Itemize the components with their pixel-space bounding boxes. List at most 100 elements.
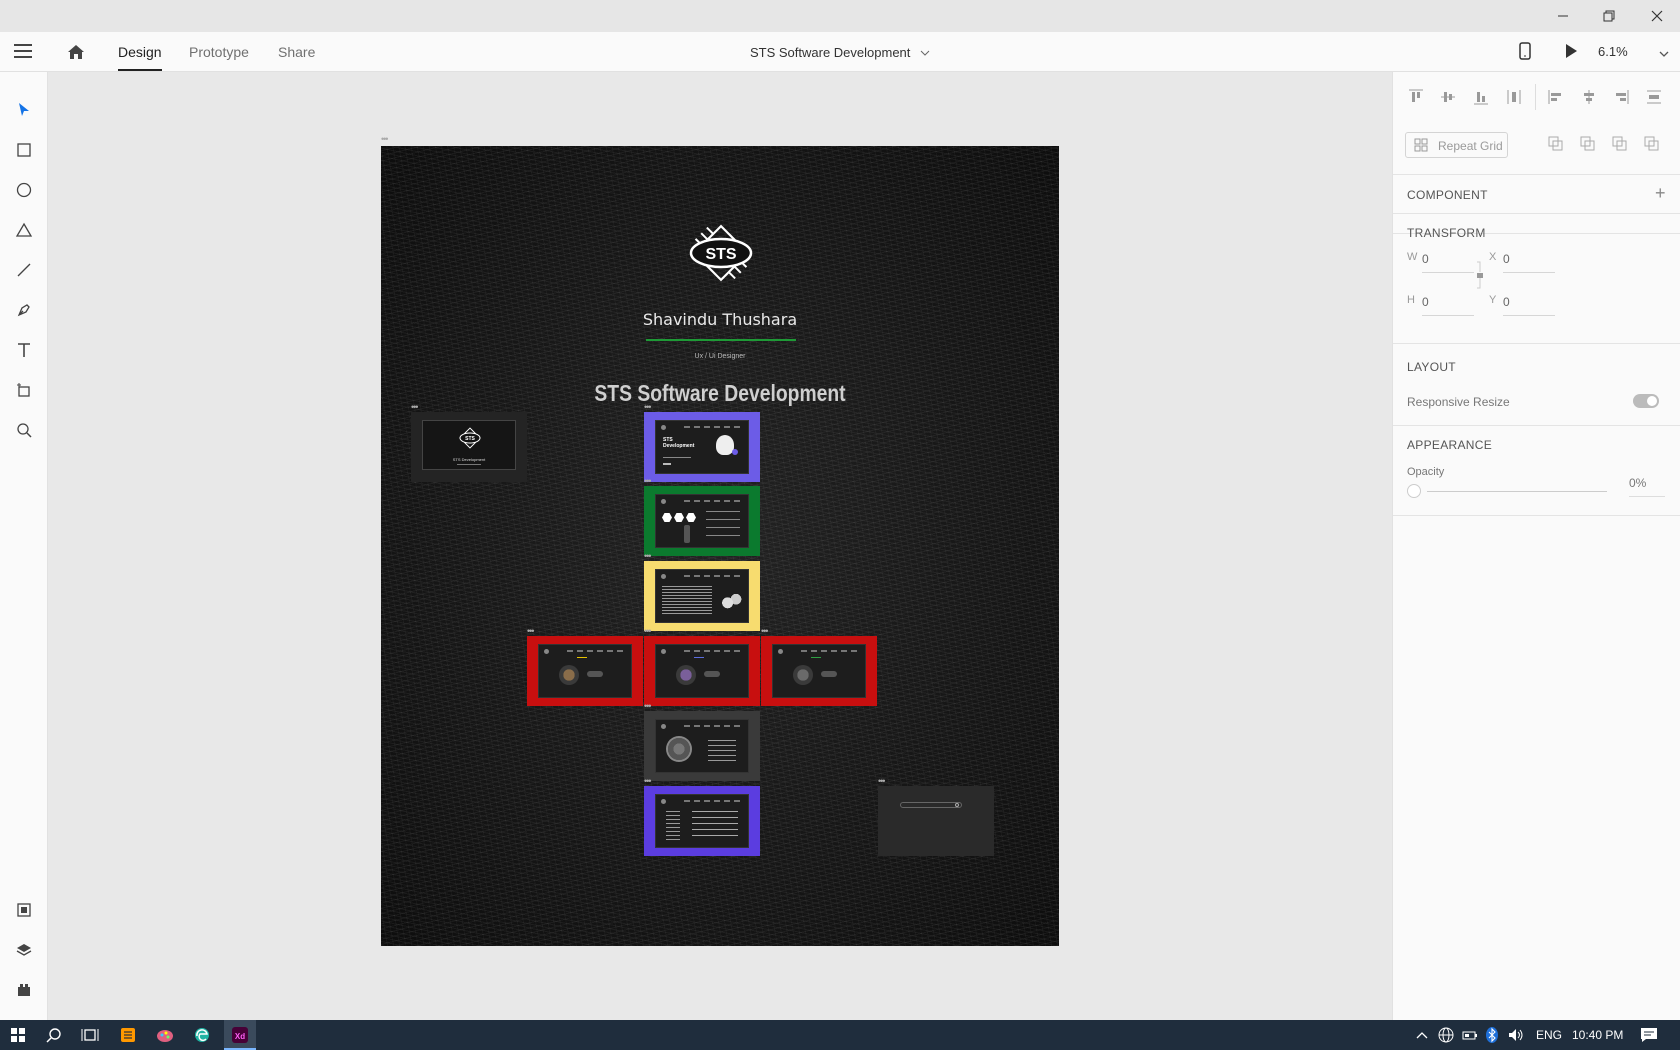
rectangle-icon[interactable] xyxy=(12,138,36,162)
align-top-icon[interactable] xyxy=(1407,88,1425,106)
window-title-bar xyxy=(0,0,1680,32)
frame-contact[interactable] xyxy=(644,786,760,856)
zoom-level[interactable]: 6.1% xyxy=(1598,44,1628,59)
y-field[interactable]: 0 xyxy=(1503,295,1555,316)
frame-pill xyxy=(821,671,837,677)
pen-icon[interactable] xyxy=(12,298,36,322)
repeat-grid-icon xyxy=(1414,138,1428,152)
distribute-horizontal-icon[interactable] xyxy=(1645,88,1663,106)
frame-project-3[interactable] xyxy=(761,636,877,706)
battery-icon[interactable] xyxy=(1462,1028,1478,1042)
frame-services[interactable] xyxy=(644,486,760,556)
language-indicator[interactable]: ENG xyxy=(1536,1028,1562,1042)
y-label: Y xyxy=(1489,294,1497,306)
assets-icon[interactable] xyxy=(12,898,36,922)
frame-button xyxy=(663,463,671,465)
author-role: Ux / Ui Designer xyxy=(694,353,746,360)
tab-prototype[interactable]: Prototype xyxy=(189,44,249,60)
height-field[interactable]: 0 xyxy=(1422,295,1474,316)
frame-project-1[interactable] xyxy=(527,636,643,706)
frame-paragraph xyxy=(662,586,712,614)
frame-inner xyxy=(772,644,866,698)
restore-button[interactable] xyxy=(1586,0,1632,32)
align-left-icon[interactable] xyxy=(1547,88,1565,106)
boolean-exclude-icon[interactable] xyxy=(1644,136,1660,152)
width-field[interactable]: 0 xyxy=(1422,252,1474,273)
frame-search-bar xyxy=(900,802,962,808)
select-icon[interactable] xyxy=(12,98,36,122)
tab-share[interactable]: Share xyxy=(278,44,315,60)
distribute-vertical-icon[interactable] xyxy=(1505,88,1523,106)
close-button[interactable] xyxy=(1634,0,1680,32)
frame-about[interactable] xyxy=(644,561,760,631)
opacity-slider-handle[interactable] xyxy=(1407,484,1421,498)
frame-home[interactable]: STS Development xyxy=(644,412,760,482)
tab-design[interactable]: Design xyxy=(118,44,162,71)
lock-aspect-icon[interactable] xyxy=(1475,260,1485,290)
play-icon[interactable] xyxy=(1564,43,1578,62)
align-right-icon[interactable] xyxy=(1612,88,1630,106)
component-title: COMPONENT xyxy=(1407,188,1488,202)
left-toolbar xyxy=(0,72,48,1020)
notifications-icon[interactable] xyxy=(1640,1027,1658,1043)
artboard-label-marker[interactable]: ••• xyxy=(381,135,389,144)
frame-marker: ••• xyxy=(644,776,652,786)
chevron-down-icon[interactable] xyxy=(920,49,930,57)
x-field[interactable]: 0 xyxy=(1503,252,1555,273)
text-icon[interactable] xyxy=(12,338,36,362)
frame-project-2[interactable] xyxy=(644,636,760,706)
add-component-icon[interactable]: + xyxy=(1655,183,1666,204)
network-globe-icon[interactable] xyxy=(1438,1027,1454,1043)
layers-icon[interactable] xyxy=(12,938,36,962)
boolean-subtract-icon[interactable] xyxy=(1580,136,1596,152)
frame-search[interactable] xyxy=(878,786,994,856)
component-section: COMPONENT + xyxy=(1393,174,1680,214)
frame-illustration xyxy=(718,592,742,610)
plugins-icon[interactable] xyxy=(12,978,36,1002)
task-view-icon[interactable] xyxy=(78,1024,102,1046)
frame-skills[interactable] xyxy=(644,711,760,781)
height-label: H xyxy=(1407,294,1415,306)
windows-start-icon[interactable] xyxy=(6,1024,30,1046)
align-bottom-icon[interactable] xyxy=(1472,88,1490,106)
artboard-icon[interactable] xyxy=(12,378,36,402)
polygon-icon[interactable] xyxy=(12,218,36,242)
layout-section: LAYOUT Responsive Resize xyxy=(1393,344,1680,426)
frame-marker: ••• xyxy=(644,701,652,711)
frame-text-line xyxy=(663,457,691,458)
align-middle-icon[interactable] xyxy=(1439,88,1457,106)
search-icon[interactable] xyxy=(42,1024,66,1046)
minimize-button[interactable] xyxy=(1540,0,1586,32)
zoom-icon[interactable] xyxy=(12,418,36,442)
line-icon[interactable] xyxy=(12,258,36,282)
design-canvas[interactable]: ••• STS Shavindu Thushara Ux / Ui Design… xyxy=(48,72,1392,1020)
frame-pill xyxy=(587,671,603,677)
adobe-xd-taskbar-button[interactable]: Xd xyxy=(224,1020,256,1050)
boolean-intersect-icon[interactable] xyxy=(1612,136,1628,152)
frame-image xyxy=(559,665,579,685)
device-preview-icon[interactable] xyxy=(1519,42,1531,63)
align-center-icon[interactable] xyxy=(1580,88,1598,106)
zoom-chevron-down-icon[interactable] xyxy=(1659,46,1669,61)
frame-landing-thumb[interactable]: STS STS Development xyxy=(411,412,527,482)
main-artboard[interactable]: STS Shavindu Thushara Ux / Ui Designer S… xyxy=(381,146,1059,946)
responsive-resize-toggle[interactable] xyxy=(1633,394,1659,408)
opacity-slider-track[interactable] xyxy=(1427,491,1607,492)
paint-app-icon[interactable] xyxy=(153,1024,177,1046)
repeat-grid-button[interactable]: Repeat Grid xyxy=(1405,132,1508,158)
divider xyxy=(1535,84,1536,110)
bluetooth-icon[interactable] xyxy=(1486,1026,1498,1044)
hamburger-menu-icon[interactable] xyxy=(14,44,32,60)
clock[interactable]: 10:40 PM xyxy=(1572,1028,1623,1042)
volume-icon[interactable] xyxy=(1508,1028,1526,1042)
edge-browser-icon[interactable] xyxy=(190,1024,214,1046)
mini-nav xyxy=(684,575,740,577)
boolean-add-icon[interactable] xyxy=(1548,136,1564,152)
document-title[interactable]: STS Software Development xyxy=(750,45,910,60)
opacity-field[interactable]: 0% xyxy=(1629,476,1665,497)
tray-chevron-up-icon[interactable] xyxy=(1416,1030,1428,1040)
app-header: Design Prototype Share STS Software Deve… xyxy=(0,32,1680,72)
home-icon[interactable] xyxy=(66,42,86,62)
sublime-text-icon[interactable] xyxy=(116,1024,140,1046)
ellipse-icon[interactable] xyxy=(12,178,36,202)
